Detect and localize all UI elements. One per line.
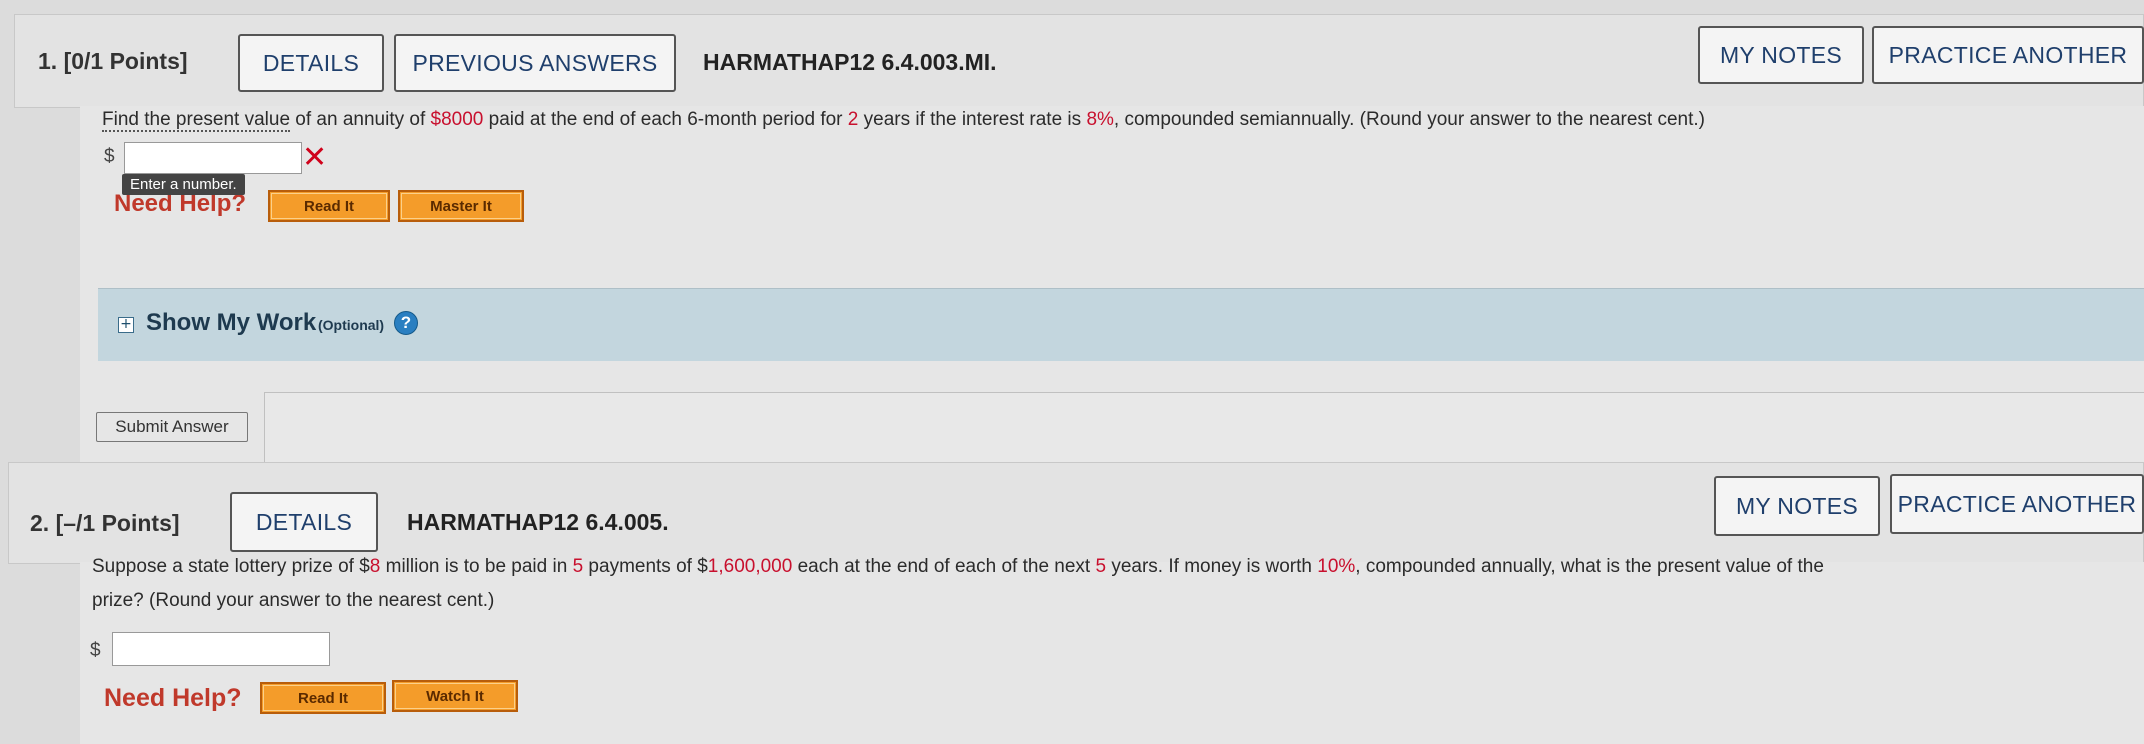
q1-text-segment-3: years if the interest rate is	[858, 109, 1087, 130]
show-my-work-title[interactable]: Show My Work	[146, 309, 316, 337]
show-my-work-optional-label: (Optional)	[318, 317, 385, 333]
question-2-number: 2. [–/1 Points]	[30, 510, 180, 536]
question-2-text: Suppose a state lottery prize of $8 mill…	[92, 550, 2132, 618]
details-button-q2[interactable]: DETAILS	[230, 492, 378, 552]
present-value-link[interactable]: Find the present value	[102, 109, 291, 132]
practice-another-button-q2[interactable]: PRACTICE ANOTHER	[1890, 474, 2144, 534]
submit-area-box	[264, 392, 2144, 463]
q2-text-line-2: prize? (Round your answer to the nearest…	[92, 590, 495, 611]
q1-answer-input[interactable]	[124, 142, 302, 174]
q1-text-segment-4: , compounded semiannually. (Round your a…	[1113, 109, 1705, 130]
q1-annuity-amount: $8000	[430, 109, 484, 130]
q2-currency-symbol: $	[90, 640, 101, 661]
read-it-button-q2[interactable]: Read It	[260, 682, 386, 714]
question-1-code: HARMATHAP12 6.4.003.MI.	[703, 49, 997, 75]
question-2-code: HARMATHAP12 6.4.005.	[407, 509, 669, 535]
q2-payments-count: 5	[572, 556, 584, 577]
q2-payment-amount: 1,600,000	[707, 556, 793, 577]
q2-answer-input[interactable]	[112, 632, 330, 666]
help-question-icon[interactable]: ?	[394, 311, 418, 335]
q2-text-segment-1: Suppose a state lottery prize of $	[92, 556, 370, 577]
q2-text-segment-2: million is to be paid in	[380, 556, 573, 577]
q1-rate-value: 8%	[1086, 109, 1114, 130]
q2-text-segment-6: , compounded annually, what is the prese…	[1355, 556, 1824, 577]
q2-text-segment-3: payments of $	[583, 556, 708, 577]
incorrect-x-icon: ✕	[302, 141, 328, 174]
q2-text-segment-4: each at the end of each of the next	[792, 556, 1096, 577]
details-button-q1[interactable]: DETAILS	[238, 34, 384, 92]
enter-number-tooltip: Enter a number.	[122, 174, 245, 195]
q2-text-segment-5: years. If money is worth	[1106, 556, 1318, 577]
q1-text-segment-2: paid at the end of each 6-month period f…	[483, 109, 848, 130]
expand-plus-icon[interactable]: +	[118, 317, 134, 333]
watch-it-button[interactable]: Watch It	[392, 680, 518, 712]
submit-answer-button[interactable]: Submit Answer	[96, 412, 248, 442]
q1-years-value: 2	[847, 109, 859, 130]
practice-another-button-q1[interactable]: PRACTICE ANOTHER	[1872, 26, 2144, 84]
q1-currency-symbol: $	[104, 146, 115, 167]
read-it-button-q1[interactable]: Read It	[268, 190, 390, 222]
question-1-text: Find the present value of an annuity of …	[102, 103, 2102, 137]
q2-years-value: 5	[1095, 556, 1107, 577]
my-notes-button-q2[interactable]: MY NOTES	[1714, 476, 1880, 536]
q2-million-value: 8	[369, 556, 381, 577]
previous-answers-button[interactable]: PREVIOUS ANSWERS	[394, 34, 676, 92]
question-1-number: 1. [0/1 Points]	[38, 48, 188, 74]
master-it-button[interactable]: Master It	[398, 190, 524, 222]
q2-rate-value: 10%	[1317, 556, 1356, 577]
show-my-work-panel[interactable]: + Show My Work (Optional) ?	[98, 288, 2144, 361]
my-notes-button-q1[interactable]: MY NOTES	[1698, 26, 1864, 84]
q2-need-help-label: Need Help?	[104, 684, 242, 712]
q1-text-segment-1: of an annuity of	[290, 109, 431, 130]
